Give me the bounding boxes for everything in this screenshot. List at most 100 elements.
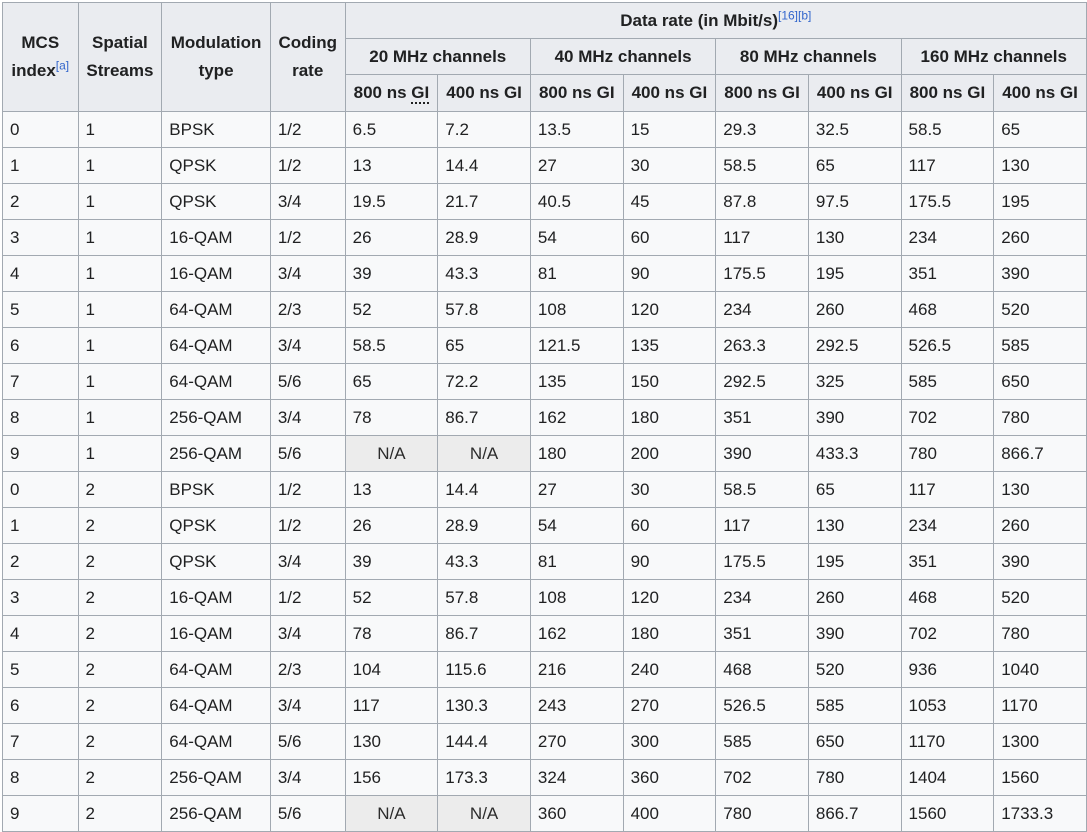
cell-modulation: 64-QAM xyxy=(161,327,271,364)
cell-20mhz-400ns: 43.3 xyxy=(437,255,531,292)
header-mcs-index-label-2: index xyxy=(11,61,56,80)
cell-40mhz-800ns: 108 xyxy=(529,291,624,328)
cell-160mhz-400ns: 260 xyxy=(993,219,1087,256)
footnote-b-link[interactable]: [b] xyxy=(798,8,811,22)
cell-mcs-index: 2 xyxy=(2,543,79,580)
cell-80mhz-400ns: 520 xyxy=(807,651,902,688)
header-40mhz-800ns-gi: 800 ns GI xyxy=(529,74,624,112)
cell-spatial-streams: 2 xyxy=(77,759,163,796)
cell-160mhz-400ns: 195 xyxy=(993,183,1087,220)
cell-40mhz-400ns: 180 xyxy=(622,399,717,436)
footnote-a-link[interactable]: [a] xyxy=(56,58,69,72)
cell-20mhz-800ns: 156 xyxy=(344,759,439,796)
cell-80mhz-400ns: 325 xyxy=(807,363,902,400)
cell-20mhz-800ns: 6.5 xyxy=(344,111,439,148)
cell-modulation: 256-QAM xyxy=(161,795,271,832)
header-mcs-index-label-1: MCS xyxy=(21,33,60,52)
cell-160mhz-800ns: 175.5 xyxy=(900,183,995,220)
cell-mcs-index: 6 xyxy=(2,327,79,364)
cell-40mhz-800ns: 108 xyxy=(529,579,624,616)
cell-80mhz-800ns: 175.5 xyxy=(715,255,809,292)
cell-40mhz-400ns: 45 xyxy=(622,183,717,220)
cell-160mhz-800ns: 117 xyxy=(900,471,995,508)
cell-20mhz-400ns: 21.7 xyxy=(437,183,531,220)
cell-modulation: 256-QAM xyxy=(161,399,271,436)
cell-40mhz-800ns: 54 xyxy=(529,507,624,544)
cell-mcs-index: 1 xyxy=(2,507,79,544)
cell-80mhz-800ns: 780 xyxy=(715,795,809,832)
table-row: 5 2 64-QAM 2/3 104 115.6 216 240 468 520 936 1040 xyxy=(2,651,1087,688)
cell-40mhz-800ns: 243 xyxy=(529,687,624,724)
mcs-data-rate-table: MCS index[a] Spatial Streams Modulation … xyxy=(2,2,1087,832)
cell-40mhz-400ns: 240 xyxy=(622,651,717,688)
cell-spatial-streams: 1 xyxy=(77,435,163,472)
gi-800-label: 800 ns xyxy=(724,83,782,102)
cell-80mhz-400ns: 650 xyxy=(807,723,902,760)
cell-spatial-streams: 1 xyxy=(77,399,163,436)
cell-20mhz-800ns: 78 xyxy=(344,615,439,652)
cell-40mhz-400ns: 135 xyxy=(622,327,717,364)
cell-40mhz-400ns: 400 xyxy=(622,795,717,832)
cell-modulation: BPSK xyxy=(161,471,271,508)
table-row: 1 2 QPSK 1/2 26 28.9 54 60 117 130 234 260 xyxy=(2,507,1087,544)
cell-20mhz-800ns: 52 xyxy=(344,579,439,616)
cell-80mhz-800ns: 468 xyxy=(715,651,809,688)
cell-80mhz-400ns: 65 xyxy=(807,147,902,184)
cell-160mhz-400ns: 390 xyxy=(993,255,1087,292)
cell-40mhz-800ns: 54 xyxy=(529,219,624,256)
cell-coding-rate: 2/3 xyxy=(269,651,346,688)
table-row: 6 1 64-QAM 3/4 58.5 65 121.5 135 263.3 292.5 526.5… xyxy=(2,327,1087,364)
cell-40mhz-400ns: 200 xyxy=(622,435,717,472)
gi-abbr-tooltip[interactable]: GI xyxy=(411,83,430,104)
cell-80mhz-400ns: 195 xyxy=(807,543,902,580)
cell-80mhz-800ns: 585 xyxy=(715,723,809,760)
cell-20mhz-800ns: 58.5 xyxy=(344,327,439,364)
citation-16-ref[interactable]: [16][b] xyxy=(778,8,811,22)
cell-80mhz-800ns: 702 xyxy=(715,759,809,796)
cell-80mhz-800ns: 351 xyxy=(715,399,809,436)
cell-20mhz-800ns: 26 xyxy=(344,507,439,544)
cell-mcs-index: 3 xyxy=(2,219,79,256)
cell-80mhz-800ns: 234 xyxy=(715,291,809,328)
footnote-a-ref[interactable]: [a] xyxy=(56,58,69,72)
cell-mcs-index: 9 xyxy=(2,435,79,472)
cell-80mhz-400ns: 390 xyxy=(807,399,902,436)
header-20mhz: 20 MHz channels xyxy=(344,38,531,75)
cell-40mhz-800ns: 180 xyxy=(529,435,624,472)
cell-modulation: 64-QAM xyxy=(161,687,271,724)
cell-20mhz-400ns: 130.3 xyxy=(437,687,531,724)
cell-80mhz-400ns: 260 xyxy=(807,579,902,616)
cell-spatial-streams: 2 xyxy=(77,687,163,724)
cell-20mhz-800ns: 39 xyxy=(344,255,439,292)
cell-modulation: 64-QAM xyxy=(161,291,271,328)
table-row: 5 1 64-QAM 2/3 52 57.8 108 120 234 260 468 520 xyxy=(2,291,1087,328)
citation-16-link[interactable]: [16] xyxy=(778,8,798,22)
cell-modulation: QPSK xyxy=(161,183,271,220)
cell-20mhz-800ns: 39 xyxy=(344,543,439,580)
gi-label: GI xyxy=(1059,83,1078,102)
cell-coding-rate: 1/2 xyxy=(269,219,346,256)
table-row: 7 2 64-QAM 5/6 130 144.4 270 300 585 650 1170 1300 xyxy=(2,723,1087,760)
cell-coding-rate: 5/6 xyxy=(269,795,346,832)
header-spatial-streams: Spatial Streams xyxy=(77,2,163,112)
cell-80mhz-400ns: 97.5 xyxy=(807,183,902,220)
gi-label: GI xyxy=(874,83,893,102)
cell-coding-rate: 3/4 xyxy=(269,255,346,292)
cell-40mhz-800ns: 81 xyxy=(529,543,624,580)
header-mcs-index: MCS index[a] xyxy=(2,2,79,112)
cell-80mhz-800ns: 87.8 xyxy=(715,183,809,220)
cell-40mhz-800ns: 324 xyxy=(529,759,624,796)
cell-160mhz-400ns: 65 xyxy=(993,111,1087,148)
cell-160mhz-400ns: 780 xyxy=(993,615,1087,652)
cell-spatial-streams: 2 xyxy=(77,615,163,652)
cell-160mhz-800ns: 468 xyxy=(900,579,995,616)
cell-spatial-streams: 1 xyxy=(77,291,163,328)
cell-modulation: QPSK xyxy=(161,147,271,184)
cell-160mhz-400ns: 1040 xyxy=(993,651,1087,688)
cell-20mhz-400ns: 65 xyxy=(437,327,531,364)
cell-20mhz-400ns: 14.4 xyxy=(437,147,531,184)
header-20mhz-800ns-gi: 800 ns GI xyxy=(344,74,439,112)
cell-spatial-streams: 2 xyxy=(77,579,163,616)
cell-80mhz-400ns: 32.5 xyxy=(807,111,902,148)
cell-20mhz-400ns: 28.9 xyxy=(437,219,531,256)
